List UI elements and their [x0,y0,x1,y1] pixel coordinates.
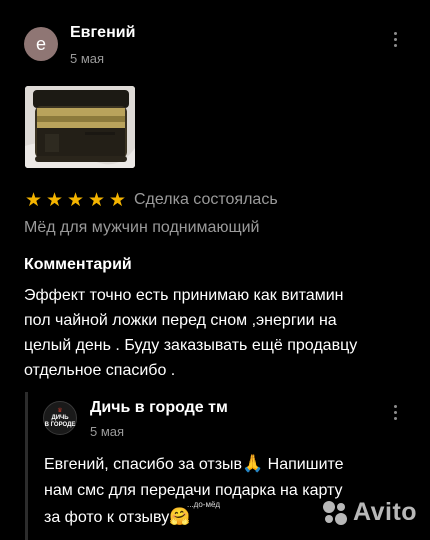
comment-text: Эффект точно есть принимаю как витамин п… [24,283,409,383]
praying-hands-icon: 🙏 [242,454,264,473]
seller-name[interactable]: Дичь в городе тм [90,399,228,417]
seller-logo[interactable]: ♛ ДИЧЬ В ГОРОДЕ [43,401,77,435]
rating-stars: ★ ★ ★ ★ ★ [24,191,127,210]
author-name[interactable]: Евгений [70,24,135,42]
avatar-letter: е [35,34,46,54]
hugging-face-icon: 🤗 [169,507,191,526]
reply-indent-bar [25,392,28,540]
comment-line: Эффект точно есть принимаю как витамин [24,287,344,304]
review-date: 5 мая [70,51,105,66]
product-name[interactable]: Мёд для мужчин поднимающий [24,219,259,237]
comment-heading: Комментарий [24,256,132,273]
avatar[interactable]: е [24,27,58,61]
kebab-menu-icon[interactable] [394,405,397,420]
watermark-text: ...до-мёд [187,500,221,509]
crown-icon: ♛ [57,407,63,414]
honey-jar-image [25,86,135,168]
reply-date: 5 мая [90,424,125,439]
seller-logo-text: ДИЧЬ [51,414,69,421]
reply-line: Евгений, спасибо за отзыв🙏 Напишите [44,454,344,473]
star-icon: ★ [108,190,127,211]
star-icon: ★ [45,190,64,211]
deal-status: Сделка состоялась [134,191,278,208]
star-icon: ★ [66,190,85,211]
star-icon: ★ [87,190,106,211]
avito-brand-text: Avito [353,498,418,526]
comment-line: пол чайной ложки перед сном ,энергии на [24,312,337,329]
comment-line: отдельное спасибо . [24,362,176,379]
star-icon: ★ [24,190,43,211]
review-photo[interactable] [25,86,135,168]
kebab-menu-icon[interactable] [394,32,397,47]
comment-line: целый день . Буду заказывать ещё продавц… [24,337,358,354]
avito-logo-icon [322,500,348,526]
seller-logo-text: В ГОРОДЕ [44,421,76,428]
avito-watermark: Avito [322,498,417,527]
